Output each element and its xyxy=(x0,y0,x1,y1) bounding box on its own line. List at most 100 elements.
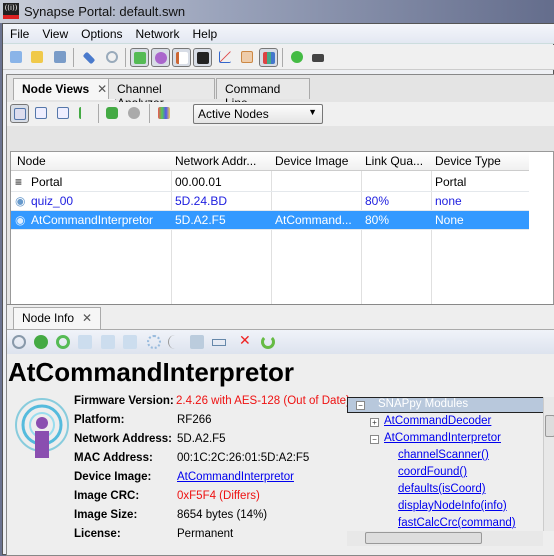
col-link-quality[interactable]: Link Qua... xyxy=(365,154,427,168)
device-image-link[interactable]: AtCommandInterpretor xyxy=(177,471,294,483)
list-view-icon[interactable] xyxy=(54,104,73,123)
cell-node: quiz_00 xyxy=(31,194,74,208)
cell-address: 5D.24.BD xyxy=(175,194,228,208)
ping-icon[interactable] xyxy=(125,104,144,123)
col-network-address[interactable]: Network Addr... xyxy=(175,154,267,168)
value-mac: 00:1C:2C:26:01:5D:A2:F5 xyxy=(177,452,310,464)
cell-link-quality: 80% xyxy=(365,194,390,208)
snappy-modules-tree: − SNAPpy Modules + AtCommandDecoder − AtC… xyxy=(347,397,554,547)
broadcast-icon[interactable] xyxy=(12,335,26,349)
menu-file[interactable]: File xyxy=(3,24,35,41)
charts-icon[interactable] xyxy=(259,48,278,67)
data-logger-icon[interactable] xyxy=(216,48,235,67)
reboot-icon[interactable] xyxy=(261,335,275,349)
col-device-type[interactable]: Device Type xyxy=(435,154,525,168)
tab-channel-analyzer[interactable]: Channel Analyzer xyxy=(108,78,215,110)
tree-module[interactable]: AtCommandInterpretor xyxy=(384,432,501,444)
save-icon[interactable] xyxy=(51,48,70,67)
cell-address: 5D.A2.F5 xyxy=(175,213,226,227)
cell-type: None xyxy=(435,213,464,227)
collapse-icon[interactable]: − xyxy=(356,401,365,410)
close-icon[interactable]: ✕ xyxy=(97,82,107,96)
refresh-icon[interactable] xyxy=(56,335,70,349)
table-row[interactable]: ◉ quiz_00 5D.24.BD 80% none xyxy=(11,192,529,211)
tree-view-icon[interactable] xyxy=(76,104,95,123)
tree-root[interactable]: − SNAPpy Modules xyxy=(347,397,544,413)
menu-help[interactable]: Help xyxy=(186,24,224,41)
refresh-nodes-icon[interactable] xyxy=(103,104,122,123)
vertical-scrollbar[interactable] xyxy=(543,397,554,531)
details-view-icon[interactable] xyxy=(10,104,29,123)
label-image-size: Image Size: xyxy=(74,509,138,521)
tree-module[interactable]: AtCommandDecoder xyxy=(384,415,491,427)
label-platform: Platform: xyxy=(74,414,125,426)
network-tree-icon[interactable] xyxy=(130,48,149,67)
broadcast-icon[interactable] xyxy=(103,48,122,67)
node-views-panel: Node Views ✕ Channel Analyzer Command Lin… xyxy=(6,74,554,324)
cell-link-quality: 80% xyxy=(365,213,390,227)
node-filter-dropdown[interactable]: Active Nodes ▼ xyxy=(193,104,323,124)
tab-node-views[interactable]: Node Views ✕ xyxy=(13,78,117,100)
color-grid-icon[interactable] xyxy=(155,104,174,123)
table-row-selected[interactable]: ◉ AtCommandInterpretor 5D.A2.F5 AtComman… xyxy=(11,211,529,230)
node-info-toolbar: ✕ xyxy=(7,329,554,354)
cell-node: Portal xyxy=(31,175,63,189)
node-icon: ◉ xyxy=(15,194,26,208)
cell-type: Portal xyxy=(435,175,467,189)
label-mac: MAC Address: xyxy=(74,452,153,464)
export-script-icon[interactable] xyxy=(123,335,137,349)
table-row[interactable]: ≡ Portal 00.00.01 Portal xyxy=(11,173,529,192)
horizontal-scrollbar[interactable] xyxy=(347,531,543,546)
probe-icon[interactable] xyxy=(168,335,182,349)
col-device-image[interactable]: Device Image xyxy=(275,154,359,168)
node-info-panel: Node Info ✕ ✕ AtCommandInterpretor Firmwa… xyxy=(6,304,554,556)
label-device-image: Device Image: xyxy=(74,471,152,483)
erase-script-icon[interactable] xyxy=(101,335,115,349)
event-log-icon[interactable] xyxy=(172,48,191,67)
expand-icon[interactable]: + xyxy=(370,418,379,427)
tab-label: Node Views xyxy=(22,82,90,96)
link-icon[interactable] xyxy=(34,335,48,349)
label-network-address: Network Address: xyxy=(74,433,172,445)
open-folder-icon[interactable] xyxy=(28,48,47,67)
find-binoculars-icon[interactable] xyxy=(309,48,328,67)
delete-icon[interactable]: ✕ xyxy=(239,333,253,349)
tree-function[interactable]: channelScanner() xyxy=(398,449,489,461)
main-window: File View Options Network Help Node Views ✕ C… xyxy=(2,23,554,556)
upload-script-icon[interactable] xyxy=(78,335,92,349)
menu-view[interactable]: View xyxy=(35,24,74,41)
col-node[interactable]: Node xyxy=(17,154,167,168)
channel-analyzer-icon[interactable] xyxy=(238,48,257,67)
close-icon[interactable]: ✕ xyxy=(82,311,92,325)
filter-value: Active Nodes xyxy=(198,107,269,121)
title-bar: ((i)) Synapse Portal: default.swn xyxy=(0,0,554,23)
tree-function[interactable]: coordFound() xyxy=(398,466,467,478)
cell-device-image: AtCommand... xyxy=(275,213,352,227)
node-icon: ◉ xyxy=(15,213,26,227)
tab-command-line[interactable]: Command Line xyxy=(216,78,310,110)
value-platform: RF266 xyxy=(177,414,212,426)
menu-options[interactable]: Options xyxy=(74,24,128,41)
menu-network[interactable]: Network xyxy=(129,24,186,41)
icons-view-icon[interactable] xyxy=(32,104,51,123)
node-table: Node Network Addr... Device Image Link Q… xyxy=(10,151,554,320)
connect-plug-icon[interactable] xyxy=(80,48,99,67)
tab-label: Node Info xyxy=(22,311,75,325)
rename-icon[interactable] xyxy=(212,339,226,346)
collapse-icon[interactable]: − xyxy=(370,435,379,444)
node-title: AtCommandInterpretor xyxy=(8,357,295,387)
tree-function[interactable]: defaults(isCoord) xyxy=(398,483,486,495)
command-line-icon[interactable] xyxy=(193,48,212,67)
tree-function[interactable]: displayNodeInfo(info) xyxy=(398,500,507,512)
new-icon[interactable] xyxy=(7,48,26,67)
tree-function[interactable]: fastCalcCrc(command) xyxy=(398,517,516,529)
gear-icon[interactable] xyxy=(147,335,161,349)
value-firmware: 2.4.26 with AES-128 (Out of Date) xyxy=(176,395,350,407)
copy-icon[interactable] xyxy=(190,335,204,349)
tree-root-label: SNAPpy Modules xyxy=(378,398,469,410)
node-info-icon[interactable] xyxy=(151,48,170,67)
cell-type: none xyxy=(435,194,462,208)
tab-node-info[interactable]: Node Info ✕ xyxy=(13,307,102,329)
cell-node: AtCommandInterpretor xyxy=(31,213,154,227)
add-icon[interactable] xyxy=(288,48,307,67)
